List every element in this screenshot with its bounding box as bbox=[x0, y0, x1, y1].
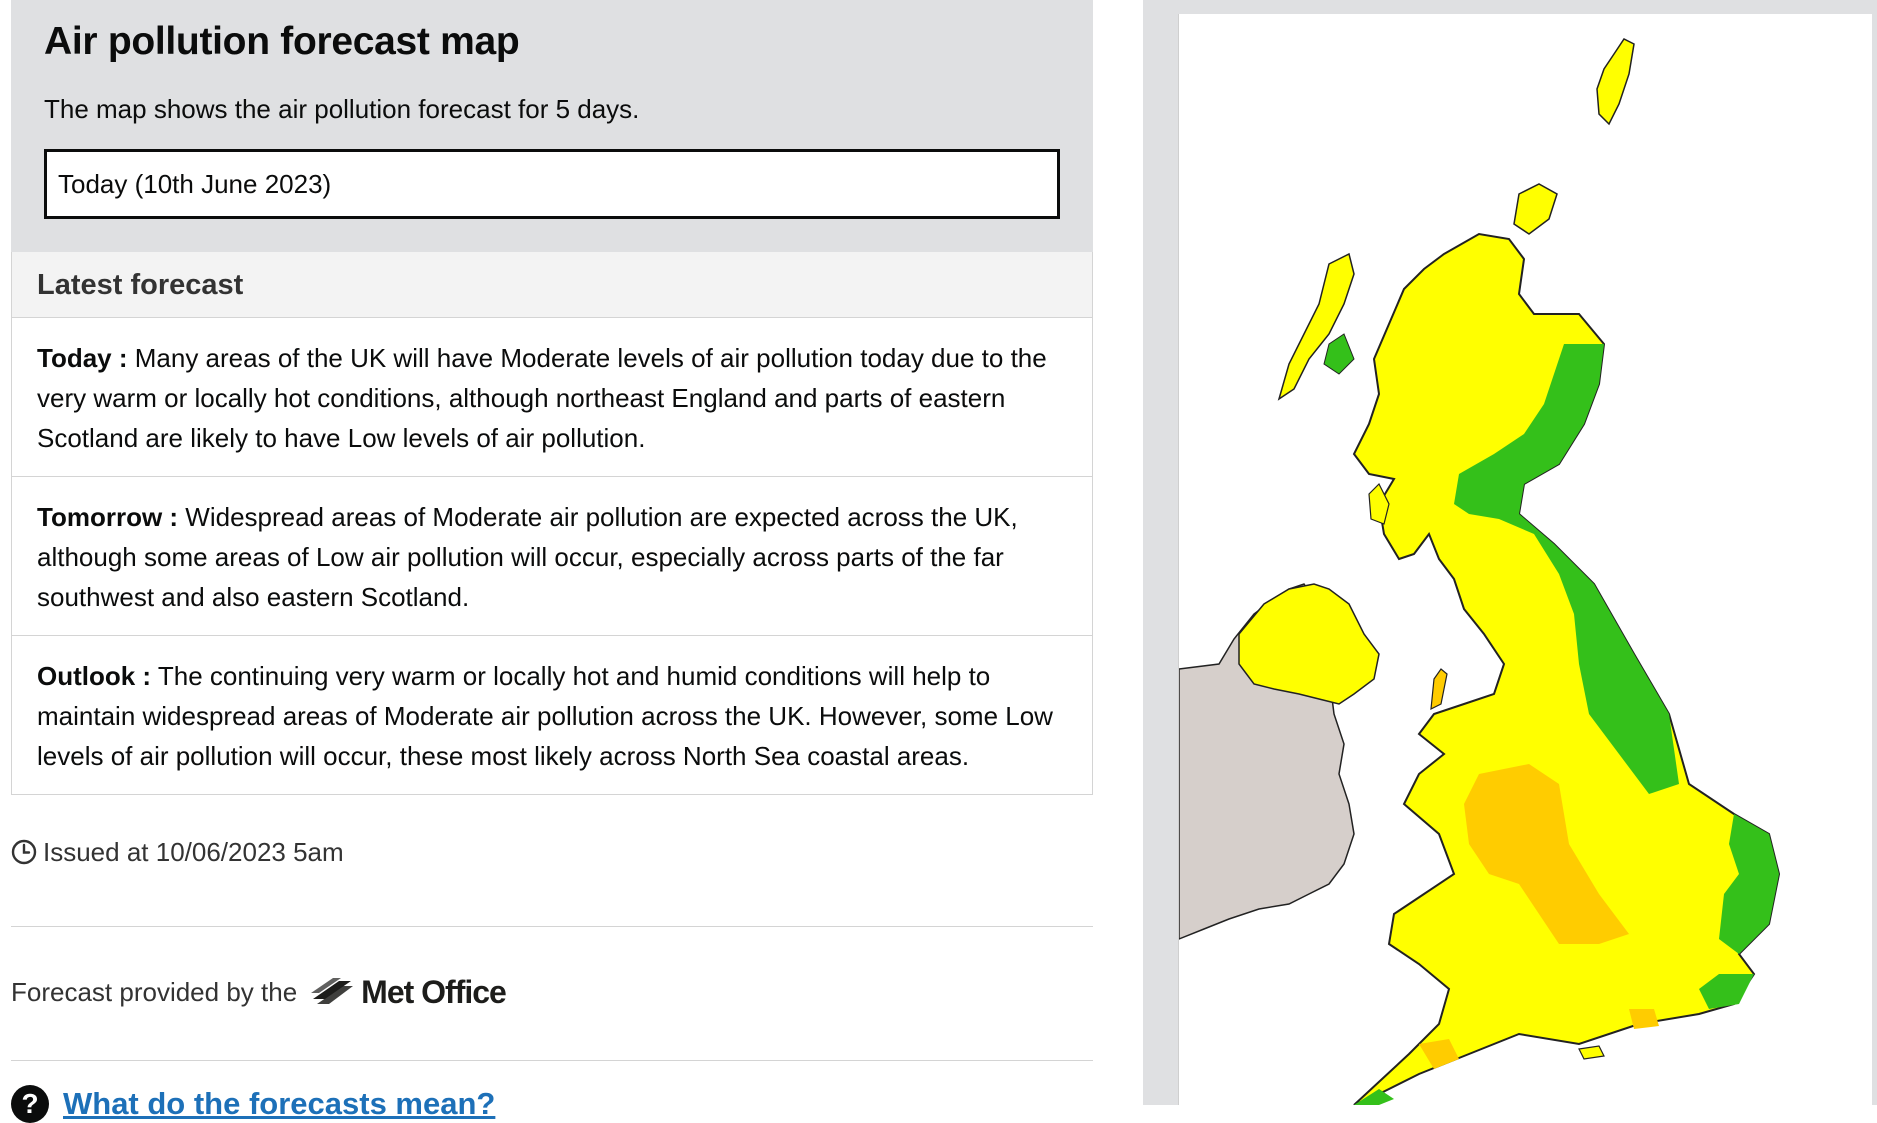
forecast-today-text: Many areas of the UK will have Moderate … bbox=[37, 343, 1047, 453]
forecast-header: Air pollution forecast map The map shows… bbox=[11, 0, 1093, 252]
forecast-column: Air pollution forecast map The map shows… bbox=[11, 0, 1093, 1061]
provider-credit: Forecast provided by the Met Office bbox=[11, 972, 1093, 1012]
orkney-islands bbox=[1513, 183, 1558, 235]
met-office-swoosh-icon bbox=[311, 978, 354, 1004]
faq-link[interactable]: What do the forecasts mean? bbox=[63, 1086, 495, 1122]
page-title: Air pollution forecast map bbox=[44, 20, 520, 63]
forecast-day-select[interactable]: Today (10th June 2023) bbox=[44, 149, 1060, 219]
latest-forecast-heading: Latest forecast bbox=[12, 252, 1092, 318]
clock-icon bbox=[11, 839, 37, 865]
issued-timestamp: Issued at 10/06/2023 5am bbox=[11, 835, 1093, 869]
divider bbox=[11, 1060, 1093, 1061]
shetland-islands bbox=[1596, 38, 1635, 126]
issued-text: Issued at 10/06/2023 5am bbox=[43, 836, 344, 867]
forecast-outlook-label: Outlook : bbox=[37, 661, 152, 691]
moderate-high-zone-south bbox=[1629, 1009, 1659, 1029]
met-office-logo-text: Met Office bbox=[361, 973, 507, 1010]
forecast-today: Today : Many areas of the UK will have M… bbox=[12, 318, 1092, 477]
isle-of-wight bbox=[1578, 1045, 1605, 1060]
latest-forecast-panel: Latest forecast Today : Many areas of th… bbox=[11, 252, 1093, 795]
forecast-map[interactable] bbox=[1178, 14, 1872, 1105]
forecast-tomorrow-text: Widespread areas of Moderate air polluti… bbox=[37, 502, 1018, 612]
outer-hebrides bbox=[1277, 252, 1355, 401]
help-icon: ? bbox=[11, 1085, 49, 1123]
northern-ireland-landmass bbox=[1238, 583, 1380, 705]
divider bbox=[11, 926, 1093, 927]
met-office-logo[interactable]: Met Office bbox=[311, 973, 507, 1011]
forecast-outlook-text: The continuing very warm or locally hot … bbox=[37, 661, 1053, 771]
forecast-today-label: Today : bbox=[37, 343, 128, 373]
faq-row[interactable]: ? What do the forecasts mean? bbox=[11, 1085, 495, 1123]
forecast-tomorrow: Tomorrow : Widespread areas of Moderate … bbox=[12, 477, 1092, 636]
hebrides-low-patch bbox=[1323, 333, 1355, 375]
isle-of-man bbox=[1430, 668, 1448, 711]
forecast-outlook: Outlook : The continuing very warm or lo… bbox=[12, 636, 1092, 794]
provider-prefix: Forecast provided by the bbox=[11, 976, 298, 1007]
inner-hebrides-south bbox=[1368, 482, 1390, 525]
map-panel bbox=[1143, 0, 1877, 1105]
uk-map-svg bbox=[1179, 38, 1781, 1105]
intro-text: The map shows the air pollution forecast… bbox=[44, 94, 640, 124]
forecast-tomorrow-label: Tomorrow : bbox=[37, 502, 179, 532]
